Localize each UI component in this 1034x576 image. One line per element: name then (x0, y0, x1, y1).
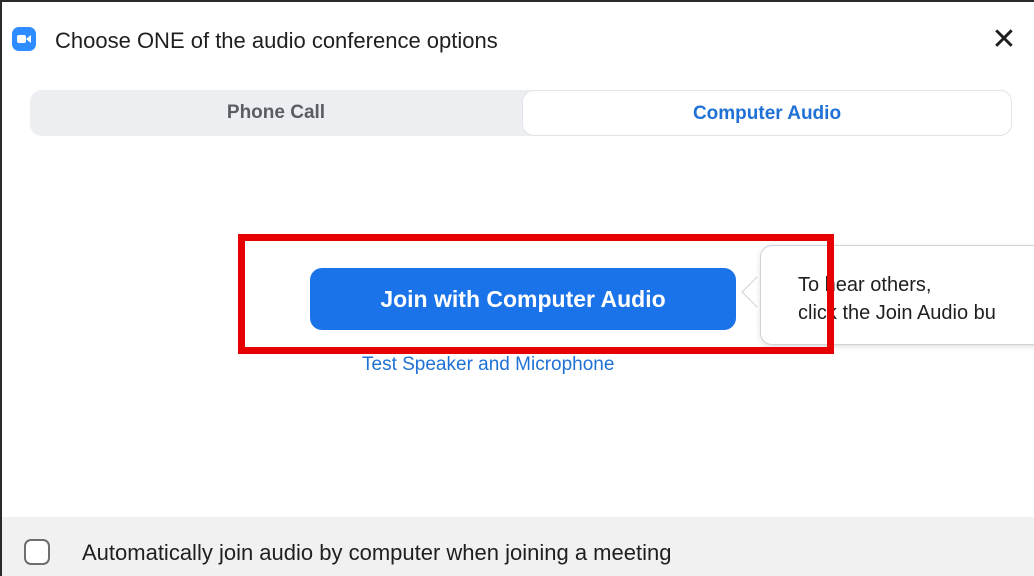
auto-join-label: Automatically join audio by computer whe… (82, 540, 672, 565)
dialog-title: Choose ONE of the audio conference optio… (55, 28, 498, 53)
camera-body-shape (17, 35, 26, 43)
audio-mode-tabs: Phone Call Computer Audio (30, 90, 1012, 136)
close-icon[interactable]: ✕ (984, 20, 1024, 60)
title-bar: Choose ONE of the audio conference optio… (2, 2, 1034, 78)
tooltip-text-line1: To hear others, (798, 274, 932, 296)
camera-lens-shape (26, 35, 31, 43)
audio-options-dialog: Choose ONE of the audio conference optio… (0, 0, 1034, 576)
tab-phone-call[interactable]: Phone Call (30, 90, 522, 136)
auto-join-checkbox[interactable] (24, 539, 50, 565)
tab-computer-audio[interactable]: Computer Audio (522, 90, 1012, 136)
join-computer-audio-button[interactable]: Join with Computer Audio (310, 268, 736, 330)
tooltip-text-line2: click the Join Audio bu (798, 302, 996, 324)
zoom-camera-icon (12, 27, 36, 51)
test-speaker-microphone-link[interactable]: Test Speaker and Microphone (362, 354, 614, 376)
